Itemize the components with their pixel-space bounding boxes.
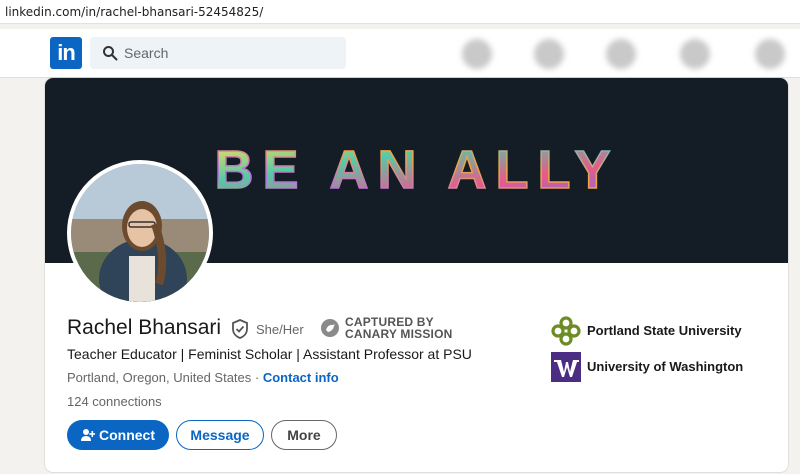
add-person-icon <box>81 429 95 441</box>
contact-info-link[interactable]: Contact info <box>263 370 339 385</box>
connect-button[interactable]: Connect <box>67 420 169 450</box>
nav-jobs-icon[interactable] <box>606 39 636 69</box>
top-navigation: in <box>0 29 800 78</box>
nav-home-icon[interactable] <box>462 39 492 69</box>
psu-name: Portland State University <box>587 323 742 338</box>
browser-address-bar[interactable]: linkedin.com/in/rachel-bhansari-52454825… <box>0 0 800 24</box>
profile-headline: Teacher Educator | Feminist Scholar | As… <box>67 346 472 362</box>
profile-card: BE AN ALLY Rachel Bhansari She/Her CAPTU… <box>45 78 788 472</box>
pronouns: She/Her <box>256 322 304 337</box>
location-line: Portland, Oregon, United States · Contac… <box>67 370 339 385</box>
profile-photo[interactable] <box>67 160 213 306</box>
search-input[interactable] <box>124 43 334 63</box>
canary-stamp: CAPTURED BY CANARY MISSION <box>320 316 480 344</box>
verified-shield-icon[interactable] <box>231 319 249 339</box>
uw-logo <box>551 352 581 382</box>
education-psu[interactable]: Portland State University <box>551 316 781 346</box>
more-button[interactable]: More <box>271 420 337 450</box>
stamp-line-2: CANARY MISSION <box>345 327 453 341</box>
linkedin-logo[interactable]: in <box>50 37 82 69</box>
nav-messaging-icon[interactable] <box>680 39 710 69</box>
psu-logo <box>551 316 581 346</box>
url-text: linkedin.com/in/rachel-bhansari-52454825… <box>5 5 264 19</box>
connect-label: Connect <box>99 427 155 443</box>
search-icon <box>103 46 118 61</box>
connections-count[interactable]: 124 connections <box>67 394 162 409</box>
nav-network-icon[interactable] <box>534 39 564 69</box>
profile-name: Rachel Bhansari <box>67 316 222 339</box>
location-separator: · <box>251 370 263 385</box>
nav-icons-blurred <box>440 29 800 78</box>
message-button[interactable]: Message <box>176 420 264 450</box>
search-box[interactable] <box>90 37 346 69</box>
profile-location: Portland, Oregon, United States <box>67 370 252 385</box>
nav-notifications-icon[interactable] <box>755 39 785 69</box>
bird-stamp-icon <box>321 319 339 337</box>
education-uw[interactable]: University of Washington <box>551 352 781 382</box>
banner-text: BE AN ALLY <box>214 140 619 200</box>
uw-name: University of Washington <box>587 359 744 374</box>
